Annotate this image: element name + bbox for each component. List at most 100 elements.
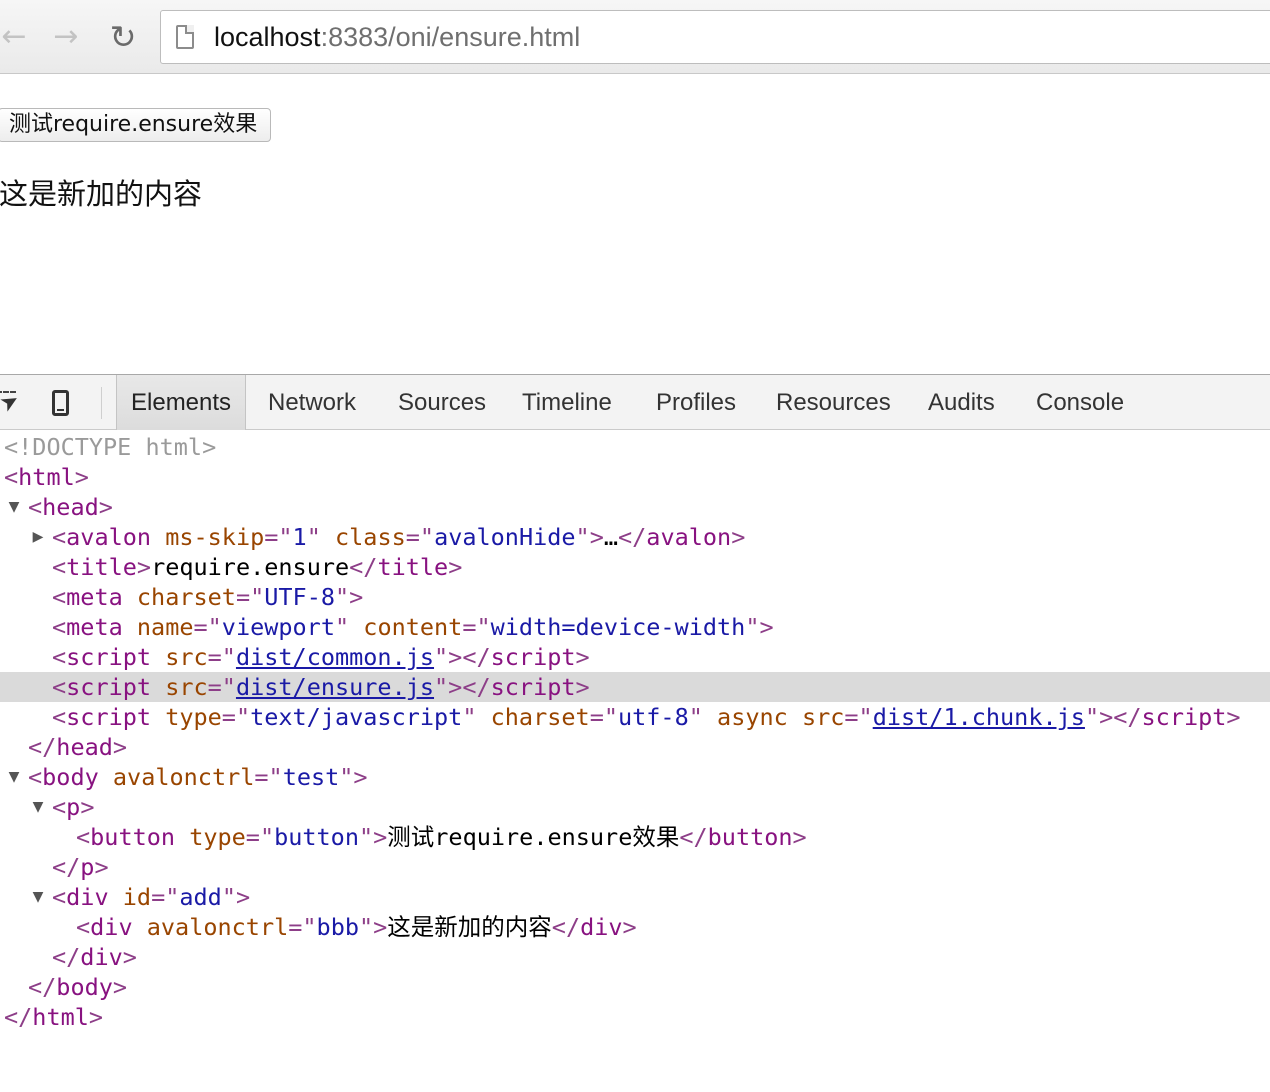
src-link[interactable]: dist/ensure.js <box>236 673 434 701</box>
tag-name: p <box>66 793 81 821</box>
tree-node-head-close[interactable]: </head> <box>0 732 1270 762</box>
url-host: localhost <box>214 22 321 52</box>
tag-name: script <box>1141 703 1227 731</box>
attr-value: button <box>274 823 359 851</box>
forward-button[interactable]: → <box>46 16 86 58</box>
devtools-panel: ➤ Elements Network Sources Timeline Prof… <box>0 374 1270 1034</box>
attr-value: avalonHide <box>434 523 576 551</box>
attr-name: content <box>363 613 463 641</box>
tag-name: meta <box>66 613 123 641</box>
tab-network[interactable]: Network <box>254 375 370 430</box>
tree-node-meta-charset[interactable]: <meta charset="UTF-8"> <box>0 582 1270 612</box>
doctype-text: <!DOCTYPE html> <box>4 433 217 461</box>
attr-name: type <box>189 823 246 851</box>
tree-node-script-common[interactable]: <script src="dist/common.js"></script> <box>0 642 1270 672</box>
tag-name: script <box>490 673 576 701</box>
tag-name: avalon <box>66 523 152 551</box>
tag-name: script <box>490 643 576 671</box>
device-mode-icon[interactable] <box>50 389 76 417</box>
attr-value: add <box>179 883 222 911</box>
tag-name: meta <box>66 583 123 611</box>
attr-value: test <box>282 763 340 791</box>
attr-name: id <box>122 883 152 911</box>
expand-triangle-icon[interactable]: ▼ <box>6 492 22 522</box>
url-text[interactable]: localhost:8383/oni/ensure.html <box>214 21 580 53</box>
tree-node-div-bbb[interactable]: <div avalonctrl="bbb">这是新加的内容</div> <box>0 912 1270 942</box>
tag-name: title <box>66 553 137 581</box>
attr-name: src <box>165 643 208 671</box>
src-link[interactable]: dist/common.js <box>236 643 434 671</box>
tag-name: script <box>66 673 152 701</box>
tree-node-avalon[interactable]: ▶ <avalon ms-skip="1" class="avalonHide"… <box>0 522 1270 552</box>
address-bar[interactable]: localhost:8383/oni/ensure.html <box>160 10 1270 64</box>
added-content-text: 这是新加的内容 <box>0 177 203 211</box>
attr-name: name <box>136 613 194 641</box>
attr-value: viewport <box>221 613 335 641</box>
collapsed-triangle-icon[interactable]: ▶ <box>30 522 46 552</box>
devtools-tabbar: ➤ Elements Network Sources Timeline Prof… <box>0 374 1270 430</box>
text-node: 这是新加的内容 <box>387 913 552 941</box>
tag-name: div <box>580 913 623 941</box>
tree-node-script-chunk[interactable]: <script type="text/javascript" charset="… <box>0 702 1270 732</box>
back-button[interactable]: ← <box>0 16 34 58</box>
text-node: 测试require.ensure效果 <box>387 823 680 851</box>
tree-node-p[interactable]: ▼ <p> <box>0 792 1270 822</box>
tree-node-doctype[interactable]: <!DOCTYPE html> <box>0 432 1270 462</box>
tree-node-title[interactable]: <title>require.ensure</title> <box>0 552 1270 582</box>
tag-name: button <box>707 823 793 851</box>
inspect-element-icon[interactable]: ➤ <box>0 387 24 418</box>
tree-node-head[interactable]: ▼ <head> <box>0 492 1270 522</box>
ellipsis-text[interactable]: … <box>604 523 618 551</box>
tree-node-meta-viewport[interactable]: <meta name="viewport" content="width=dev… <box>0 612 1270 642</box>
attr-name: src <box>801 703 845 731</box>
test-ensure-button[interactable]: 测试require.ensure效果 <box>0 108 272 142</box>
tree-node-script-ensure-selected[interactable]: <script src="dist/ensure.js"></script> <box>0 672 1270 702</box>
tree-node-div-add[interactable]: ▼ <div id="add"> <box>0 882 1270 912</box>
reload-button[interactable]: ↻ <box>103 16 143 58</box>
tag-name: head <box>56 733 113 761</box>
toolbar-divider <box>101 387 102 419</box>
attr-value: width=device-width <box>490 613 746 641</box>
attr-name: async <box>717 703 788 731</box>
tab-elements[interactable]: Elements <box>116 375 247 430</box>
tab-profiles[interactable]: Profiles <box>642 375 750 430</box>
text-node: require.ensure <box>151 553 350 581</box>
tag-name: head <box>42 493 99 521</box>
attr-value: text/javascript <box>250 703 463 731</box>
tab-timeline[interactable]: Timeline <box>508 375 626 430</box>
tag-name: p <box>80 853 95 881</box>
attr-name: src <box>165 673 208 701</box>
tree-node-button[interactable]: <button type="button">测试require.ensure效果… <box>0 822 1270 852</box>
attr-value: 1 <box>292 523 307 551</box>
arrow-right-icon: → <box>53 19 79 54</box>
attr-name: ms-skip <box>165 523 265 551</box>
tree-node-body-close[interactable]: </body> <box>0 972 1270 1002</box>
tab-console[interactable]: Console <box>1022 375 1138 430</box>
page-icon <box>176 25 194 49</box>
src-link[interactable]: dist/1.chunk.js <box>873 703 1085 731</box>
attr-name: type <box>165 703 222 731</box>
attr-name: charset <box>136 583 236 611</box>
attr-name: class <box>335 523 406 551</box>
tag-name: title <box>377 553 449 581</box>
tag-name: div <box>90 913 133 941</box>
tree-node-html[interactable]: <html> <box>0 462 1270 492</box>
tag-name: div <box>66 883 109 911</box>
tree-node-p-close[interactable]: </p> <box>0 852 1270 882</box>
tag-name: avalon <box>646 523 732 551</box>
tree-node-body[interactable]: ▼ <body avalonctrl="test"> <box>0 762 1270 792</box>
page-viewport: 测试require.ensure效果 这是新加的内容 <box>0 74 1270 374</box>
tree-node-html-close[interactable]: </html> <box>0 1002 1270 1032</box>
browser-toolbar: ← → ↻ localhost:8383/oni/ensure.html <box>0 0 1270 74</box>
expand-triangle-icon[interactable]: ▼ <box>30 882 46 912</box>
tree-node-div-close[interactable]: </div> <box>0 942 1270 972</box>
expand-triangle-icon[interactable]: ▼ <box>30 792 46 822</box>
reload-icon: ↻ <box>109 18 137 56</box>
tag-name: html <box>18 463 75 491</box>
tab-audits[interactable]: Audits <box>914 375 1009 430</box>
tab-sources[interactable]: Sources <box>384 375 500 430</box>
tab-resources[interactable]: Resources <box>762 375 905 430</box>
attr-name: charset <box>490 703 590 731</box>
attr-value: bbb <box>316 913 359 941</box>
expand-triangle-icon[interactable]: ▼ <box>6 762 22 792</box>
